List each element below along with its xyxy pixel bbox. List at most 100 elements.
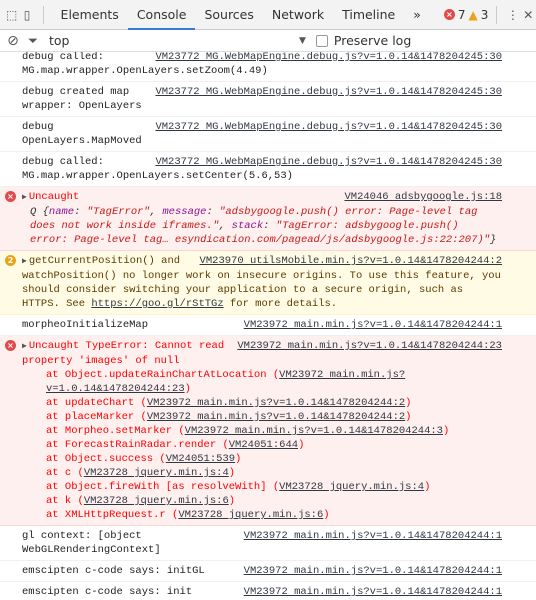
error-icon: ×: [5, 340, 16, 351]
expand-triangle-icon[interactable]: ▶: [22, 193, 27, 202]
stack-location-link[interactable]: VM23972 main.min.js?v=1.0.14&1478204244:…: [147, 397, 405, 409]
message-text: morpheoInitializeMap: [22, 319, 149, 331]
warning-text-after: for more details.: [229, 298, 338, 310]
obj-value: "TagError": [86, 206, 150, 218]
stack-fn: at XMLHttpRequest.r: [46, 509, 166, 521]
stack-frame: at updateChart (VM23972 main.min.js?v=1.…: [46, 397, 412, 409]
error-message: × VM23972 main.min.js?v=1.0.14&147820424…: [0, 336, 536, 526]
chevron-down-icon[interactable]: ▼: [299, 36, 306, 46]
log-message: VM23972 main.min.js?v=1.0.14&1478204244:…: [0, 526, 536, 561]
stack-location-link[interactable]: VM23728 jquery.min.js:4: [279, 481, 424, 493]
stack-frame: at ForecastRainRadar.render (VM24051:644…: [46, 439, 305, 451]
tab-network[interactable]: Network: [263, 0, 333, 30]
expand-triangle-icon[interactable]: ▶: [22, 342, 27, 351]
stack-location-link[interactable]: VM24051:539: [166, 453, 235, 465]
tab-sources[interactable]: Sources: [195, 0, 262, 30]
stack-frame: at k (VM23728 jquery.min.js:6): [46, 495, 236, 507]
error-title: Uncaught TypeError: Cannot read property…: [22, 340, 225, 367]
stack-frame: at XMLHttpRequest.r (VM23728 jquery.min.…: [46, 509, 330, 521]
devtools-toolbar: ⬚ ▯ Elements Console Sources Network Tim…: [0, 0, 536, 30]
stack-frame: at c (VM23728 jquery.min.js:4): [46, 467, 236, 479]
source-link[interactable]: VM23972 main.min.js?v=1.0.14&1478204244:…: [237, 339, 502, 353]
filter-icon[interactable]: ⏷: [23, 31, 43, 51]
preserve-log-label: Preserve log: [333, 33, 412, 48]
message-text: debug created map wrapper: OpenLayers: [22, 86, 142, 112]
source-link[interactable]: VM23772 MG.WebMapEngine.debug.js?v=1.0.1…: [155, 85, 502, 99]
preserve-log-checkbox[interactable]: [315, 34, 328, 47]
log-message: VM23772 MG.WebMapEngine.debug.js?v=1.0.1…: [0, 82, 536, 117]
stack-fn: at Object.fireWith [as resolveWith]: [46, 481, 267, 493]
log-message: VM23972 main.min.js?v=1.0.14&1478204244:…: [0, 561, 536, 582]
tab-elements[interactable]: Elements: [52, 0, 128, 30]
stack-fn: at k: [46, 495, 72, 507]
divider: [496, 5, 498, 24]
stack-location-link[interactable]: VM24051:644: [229, 439, 298, 451]
stack-trace: at Object.updateRainChartAtLocation (VM2…: [22, 368, 502, 522]
tab-timeline[interactable]: Timeline: [333, 0, 404, 30]
log-message: VM23772 MG.WebMapEngine.debug.js?v=1.0.1…: [0, 117, 536, 152]
error-icon: ×: [5, 191, 16, 202]
log-message: VM23972 main.min.js?v=1.0.14&1478204244:…: [0, 582, 536, 600]
obj-suffix: }: [489, 234, 497, 246]
close-icon[interactable]: ✕: [521, 5, 536, 25]
message-text: emscipten c-code says: init: [22, 586, 193, 598]
source-link[interactable]: VM23772 MG.WebMapEngine.debug.js?v=1.0.1…: [155, 120, 502, 134]
tab-console[interactable]: Console: [127, 0, 196, 30]
warning-repeat-count: 2: [5, 255, 16, 266]
stack-frame: at Object.success (VM24051:539): [46, 453, 242, 465]
obj-prefix: Q {: [30, 206, 49, 218]
stack-fn: at ForecastRainRadar.render: [46, 439, 217, 451]
stack-fn: at updateChart: [46, 397, 135, 409]
more-tabs-button[interactable]: »: [404, 0, 430, 30]
obj-key: stack: [231, 220, 264, 232]
inspect-element-icon[interactable]: ⬚: [4, 5, 19, 25]
console-filter-bar: ⊘ ⏷ top ▼ Preserve log: [0, 30, 536, 52]
message-text: debug OpenLayers.MapMoved: [22, 121, 142, 147]
divider: [42, 5, 44, 24]
source-link[interactable]: VM23772 MG.WebMapEngine.debug.js?v=1.0.1…: [155, 52, 502, 64]
menu-kebab-icon[interactable]: ⋮: [505, 5, 520, 25]
error-icon: ×: [443, 9, 455, 20]
warning-count: 3: [480, 7, 489, 22]
stack-fn: at Morpheo.setMarker: [46, 425, 173, 437]
source-link[interactable]: VM23772 MG.WebMapEngine.debug.js?v=1.0.1…: [155, 155, 502, 169]
obj-key: name: [48, 206, 75, 218]
stack-location-link[interactable]: VM23972 main.min.js?v=1.0.14&1478204244:…: [147, 411, 405, 423]
source-link[interactable]: VM23972 main.min.js?v=1.0.14&1478204244:…: [244, 585, 502, 599]
log-message: VM23772 MG.WebMapEngine.debug.js?v=1.0.1…: [0, 52, 536, 82]
source-link[interactable]: VM23970 utilsMobile.min.js?v=1.0.14&1478…: [200, 254, 502, 268]
stack-frame: at Object.fireWith [as resolveWith] (VM2…: [46, 481, 431, 493]
warning-link[interactable]: https://goo.gl/rStTGz: [91, 298, 223, 310]
stack-location-link[interactable]: VM23728 jquery.min.js:6: [178, 509, 323, 521]
source-link[interactable]: VM23972 main.min.js?v=1.0.14&1478204244:…: [244, 529, 502, 543]
source-link[interactable]: VM24046 adsbygoogle.js:18: [344, 190, 502, 204]
stack-fn: at placeMarker: [46, 411, 135, 423]
stack-frame: at Morpheo.setMarker (VM23972 main.min.j…: [46, 425, 450, 437]
expand-triangle-icon[interactable]: ▶: [22, 257, 27, 266]
stack-frame: at placeMarker (VM23972 main.min.js?v=1.…: [46, 411, 412, 423]
error-count: 7: [457, 7, 466, 22]
device-toolbar-icon[interactable]: ▯: [19, 5, 34, 25]
stack-location-link[interactable]: VM23972 main.min.js?v=1.0.14&1478204244:…: [185, 425, 443, 437]
stack-location-link[interactable]: VM23728 jquery.min.js:6: [84, 495, 229, 507]
error-object[interactable]: Q {name: "TagError", message: "adsbygoog…: [22, 205, 502, 247]
log-message: VM23772 MG.WebMapEngine.debug.js?v=1.0.1…: [0, 152, 536, 187]
log-message: VM23972 main.min.js?v=1.0.14&1478204244:…: [0, 315, 536, 336]
error-message: × VM24046 adsbygoogle.js:18 ▶ Uncaught Q …: [0, 187, 536, 251]
console-log[interactable]: VM23772 MG.WebMapEngine.debug.js?v=1.0.1…: [0, 52, 536, 600]
stack-frame: at Object.updateRainChartAtLocation (VM2…: [46, 369, 406, 395]
source-link[interactable]: VM23972 main.min.js?v=1.0.14&1478204244:…: [244, 318, 502, 332]
obj-key: message: [162, 206, 207, 218]
message-text: gl context: [object WebGLRenderingContex…: [22, 530, 161, 556]
clear-console-icon[interactable]: ⊘: [3, 31, 23, 51]
message-text: emscipten c-code says: initGL: [22, 565, 205, 577]
stack-fn: at Object.success: [46, 453, 154, 465]
error-warning-counter[interactable]: × 7 ▲ 3: [443, 7, 489, 22]
source-link[interactable]: VM23972 main.min.js?v=1.0.14&1478204244:…: [244, 564, 502, 578]
warning-message: 2 VM23970 utilsMobile.min.js?v=1.0.14&14…: [0, 251, 536, 315]
warning-icon: ▲: [468, 7, 478, 22]
stack-location-link[interactable]: VM23728 jquery.min.js:4: [84, 467, 229, 479]
context-select[interactable]: top: [49, 33, 199, 48]
stack-fn: at c: [46, 467, 72, 479]
error-title: Uncaught: [28, 191, 80, 203]
